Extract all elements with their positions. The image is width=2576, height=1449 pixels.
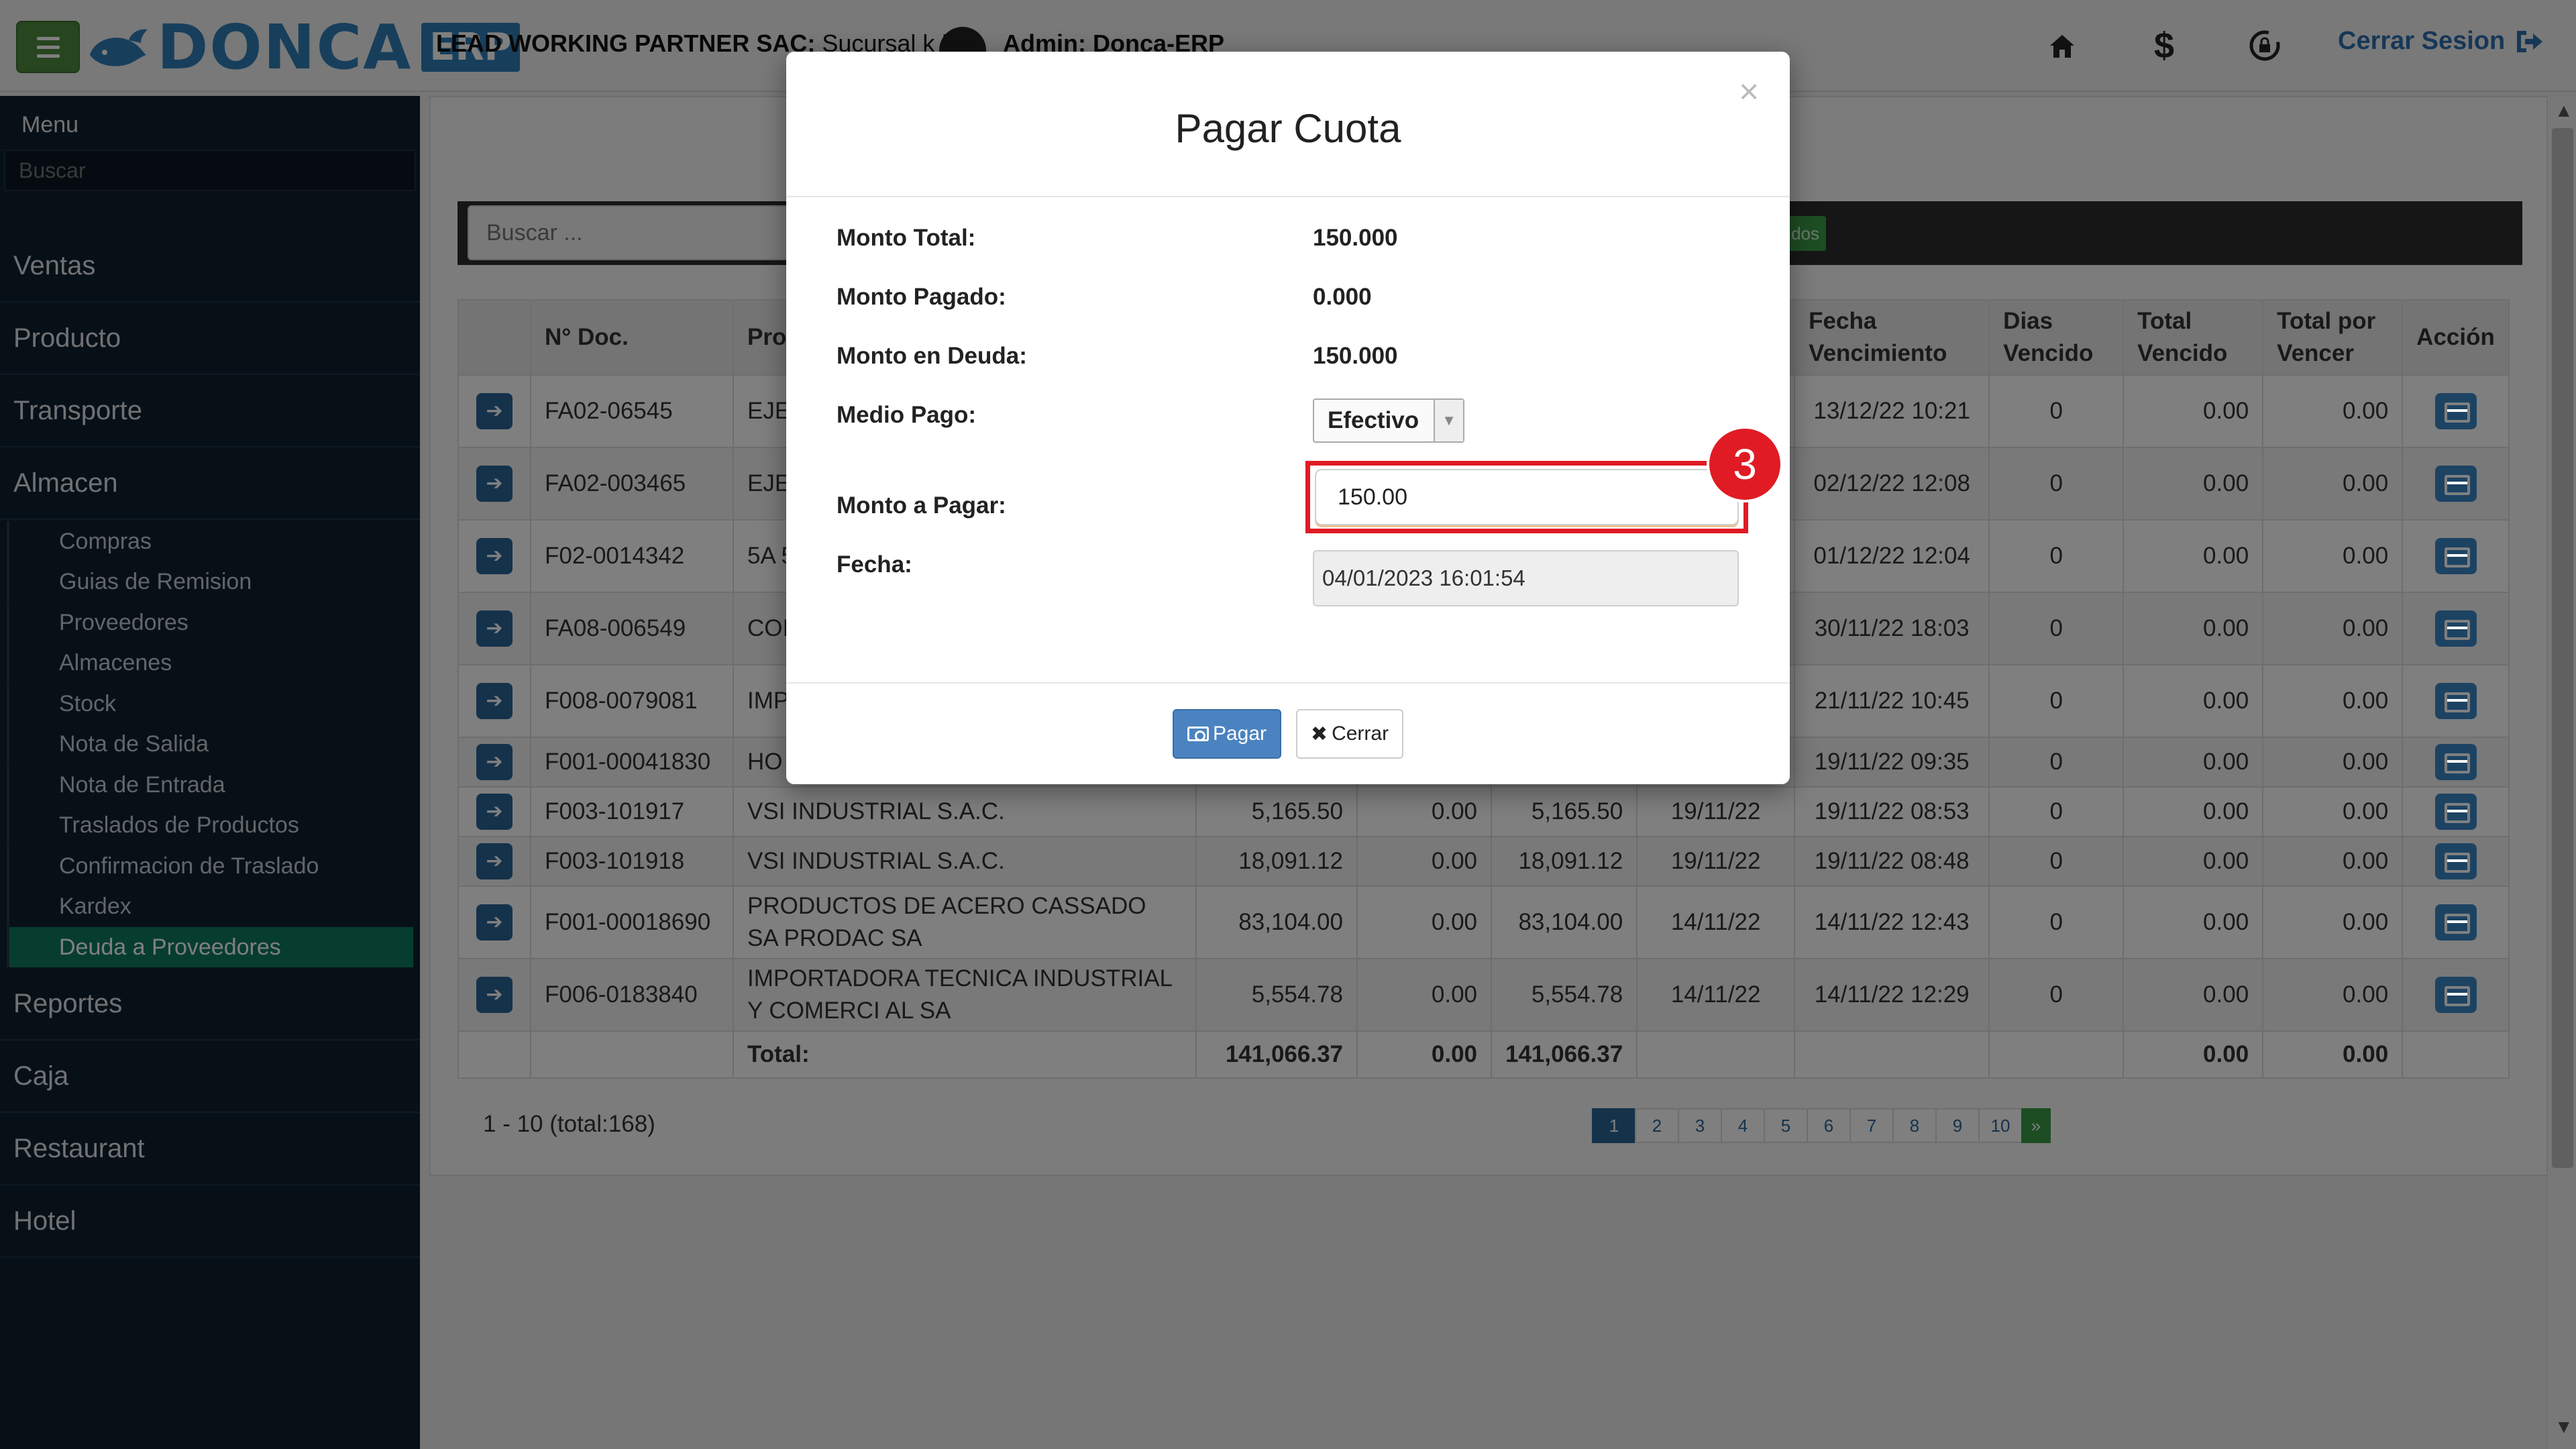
medio-pago-label: Medio Pago: [837, 402, 977, 428]
cerrar-button[interactable]: ✖ Cerrar [1296, 709, 1403, 759]
pagar-button[interactable]: Pagar [1173, 709, 1281, 759]
monto-pagar-label: Monto a Pagar: [837, 492, 1006, 519]
fecha-field [1313, 550, 1739, 606]
medio-pago-selected: Efectivo [1328, 407, 1419, 433]
pagar-cuota-modal: × Pagar Cuota Monto Total: 150.000 Monto… [786, 52, 1790, 784]
pagar-button-label: Pagar [1212, 722, 1267, 745]
monto-pagado-label: Monto Pagado: [837, 284, 1006, 310]
fecha-label: Fecha: [837, 551, 912, 578]
step-number-badge: 3 [1707, 426, 1783, 502]
monto-total-label: Monto Total: [837, 225, 976, 251]
monto-deuda-value: 150.000 [1313, 343, 1398, 369]
medio-pago-select[interactable]: Efectivo ▼ [1313, 398, 1464, 443]
monto-pagar-input[interactable] [1315, 469, 1739, 525]
modal-divider [786, 682, 1790, 684]
monto-pagado-value: 0.000 [1313, 284, 1372, 310]
monto-total-value: 150.000 [1313, 225, 1398, 251]
modal-title: Pagar Cuota [1175, 106, 1401, 151]
monto-deuda-label: Monto en Deuda: [837, 343, 1027, 369]
close-icon: ✖ [1310, 722, 1328, 745]
cerrar-button-label: Cerrar [1332, 722, 1389, 745]
modal-divider [786, 196, 1790, 197]
chevron-down-icon: ▼ [1434, 400, 1463, 441]
money-icon [1187, 727, 1209, 741]
